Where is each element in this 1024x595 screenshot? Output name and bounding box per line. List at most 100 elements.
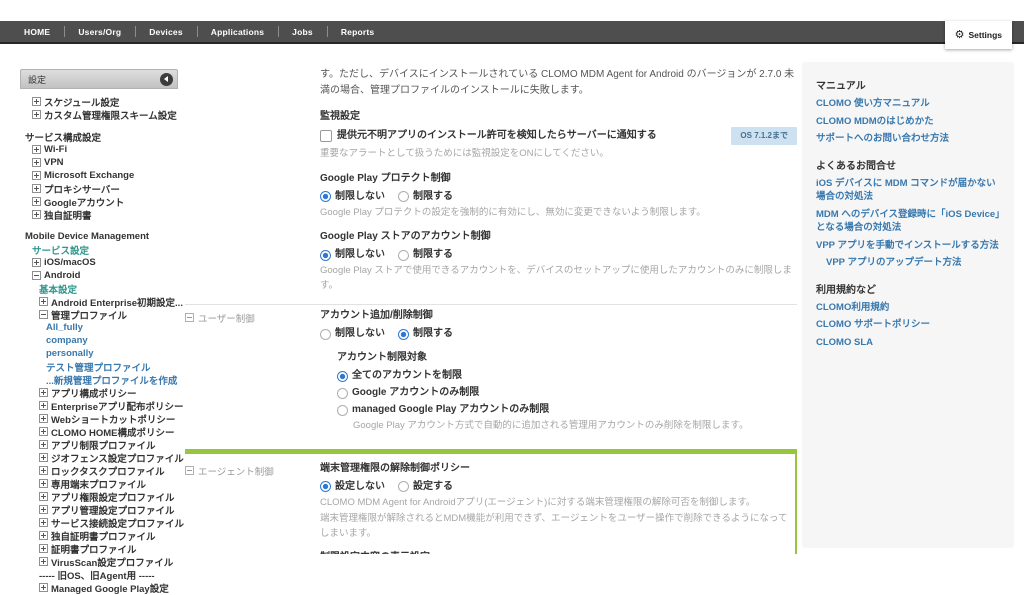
radio-selected-icon[interactable] — [320, 250, 331, 261]
radio-option[interactable]: 設定する — [398, 480, 453, 494]
expand-plus-icon[interactable] — [39, 414, 48, 423]
tree-item[interactable]: サービス設定 — [22, 243, 178, 256]
tree-item[interactable]: アプリ制限プロファイル — [22, 438, 178, 451]
expand-plus-icon[interactable] — [39, 466, 48, 475]
expand-plus-icon[interactable] — [39, 297, 48, 306]
radio-option[interactable]: 制限する — [398, 190, 453, 204]
radio-option[interactable]: 制限しない — [320, 327, 385, 341]
tree-item[interactable]: personally — [22, 347, 178, 360]
tree-item[interactable]: VPN — [22, 156, 178, 169]
help-link[interactable]: CLOMO MDMのはじめかた — [816, 115, 1000, 129]
checkbox-unchecked[interactable] — [320, 130, 332, 142]
radio-option[interactable]: managed Google Play アカウントのみ制限 — [337, 403, 549, 417]
help-link[interactable]: iOS デバイスに MDM コマンドが届かない場合の対処法 — [816, 177, 1000, 204]
expand-plus-icon[interactable] — [39, 427, 48, 436]
tree-item[interactable]: アプリ権限設定プロファイル — [22, 490, 178, 503]
tree-item[interactable]: company — [22, 334, 178, 347]
nav-item-users-org[interactable]: Users/Org — [64, 21, 135, 42]
nav-item-reports[interactable]: Reports — [327, 21, 389, 42]
tree-item[interactable]: All_fully — [22, 321, 178, 334]
collapse-minus-icon[interactable] — [39, 310, 48, 319]
tree-item[interactable]: iOS/macOS — [22, 256, 178, 269]
radio-option[interactable]: 全てのアカウントを制限 — [337, 369, 462, 383]
tree-item[interactable]: CLOMO HOME構成ポリシー — [22, 425, 178, 438]
nav-settings-tab[interactable]: ⚙ Settings — [945, 21, 1012, 49]
radio-option[interactable]: 制限しない — [320, 190, 385, 204]
tree-item[interactable]: VirusScan設定プロファイル — [22, 555, 178, 568]
section-label-user-control[interactable]: ユーザー制御 — [185, 308, 320, 436]
tree-item[interactable]: ジオフェンス設定プロファイル — [22, 451, 178, 464]
radio-option[interactable]: 設定しない — [320, 480, 385, 494]
tree-item[interactable]: Microsoft Exchange — [22, 169, 178, 182]
radio-option[interactable]: 制限する — [398, 248, 453, 262]
tree-item[interactable]: 管理プロファイル — [22, 308, 178, 321]
expand-plus-icon[interactable] — [32, 110, 41, 119]
tree-item[interactable]: サービス接続設定プロファイル — [22, 516, 178, 529]
expand-plus-icon[interactable] — [39, 531, 48, 540]
expand-plus-icon[interactable] — [32, 184, 41, 193]
tree-item[interactable]: カスタム管理権限スキーム設定 — [22, 108, 178, 121]
radio-unselected-icon[interactable] — [337, 388, 348, 399]
expand-plus-icon[interactable] — [39, 544, 48, 553]
radio-selected-icon[interactable] — [320, 191, 331, 202]
tree-item[interactable]: スケジュール設定 — [22, 95, 178, 108]
tree-item[interactable]: Managed Google Play設定 — [22, 581, 178, 594]
expand-plus-icon[interactable] — [39, 453, 48, 462]
tree-item[interactable]: Android — [22, 269, 178, 282]
section-label-agent-control[interactable]: エージェント制御 — [185, 461, 320, 555]
expand-plus-icon[interactable] — [32, 171, 41, 180]
radio-selected-icon[interactable] — [398, 329, 409, 340]
radio-unselected-icon[interactable] — [337, 405, 348, 416]
radio-option[interactable]: 制限しない — [320, 248, 385, 262]
expand-plus-icon[interactable] — [32, 97, 41, 106]
radio-unselected-icon[interactable] — [398, 191, 409, 202]
expand-plus-icon[interactable] — [39, 557, 48, 566]
expand-plus-icon[interactable] — [32, 197, 41, 206]
tree-item[interactable]: プロキシサーバー — [22, 182, 178, 195]
expand-plus-icon[interactable] — [39, 388, 48, 397]
tree-item[interactable]: テスト管理プロファイル — [22, 360, 178, 373]
expand-plus-icon[interactable] — [39, 440, 48, 449]
radio-selected-icon[interactable] — [337, 371, 348, 382]
tree-item[interactable]: Android Enterprise初期設定... — [22, 295, 178, 308]
radio-unselected-icon[interactable] — [398, 250, 409, 261]
expand-plus-icon[interactable] — [39, 492, 48, 501]
help-link[interactable]: CLOMO サポートポリシー — [816, 318, 1000, 332]
collapse-minus-icon[interactable] — [32, 271, 41, 280]
nav-item-applications[interactable]: Applications — [197, 21, 278, 42]
expand-plus-icon[interactable] — [39, 583, 48, 592]
tree-item[interactable]: 証明書プロファイル — [22, 542, 178, 555]
tree-item[interactable]: アプリ構成ポリシー — [22, 386, 178, 399]
help-link[interactable]: CLOMO SLA — [816, 336, 1000, 350]
radio-unselected-icon[interactable] — [398, 481, 409, 492]
expand-plus-icon[interactable] — [32, 258, 41, 267]
radio-option[interactable]: Google アカウントのみ制限 — [337, 386, 479, 400]
radio-unselected-icon[interactable] — [320, 329, 331, 340]
tree-item[interactable]: 専用端末プロファイル — [22, 477, 178, 490]
help-link[interactable]: VPP アプリのアップデート方法 — [826, 256, 1000, 270]
tree-item[interactable]: Webショートカットポリシー — [22, 412, 178, 425]
help-link[interactable]: MDM へのデバイス登録時に「iOS Device」となる場合の対処法 — [816, 208, 1000, 235]
expand-plus-icon[interactable] — [39, 401, 48, 410]
expand-plus-icon[interactable] — [32, 145, 41, 154]
help-link[interactable]: CLOMO利用規約 — [816, 301, 1000, 315]
expand-plus-icon[interactable] — [32, 210, 41, 219]
tree-item[interactable]: 基本設定 — [22, 282, 178, 295]
sidebar-collapse-button[interactable] — [160, 73, 173, 86]
tree-item[interactable]: アプリ管理設定プロファイル — [22, 503, 178, 516]
help-link[interactable]: VPP アプリを手動でインストールする方法 — [816, 239, 1000, 253]
expand-plus-icon[interactable] — [39, 505, 48, 514]
tree-item[interactable]: 独自証明書 — [22, 208, 178, 221]
nav-item-jobs[interactable]: Jobs — [278, 21, 327, 42]
nav-item-devices[interactable]: Devices — [135, 21, 197, 42]
help-link[interactable]: CLOMO 使い方マニュアル — [816, 97, 1000, 111]
help-link[interactable]: サポートへのお問い合わせ方法 — [816, 132, 1000, 146]
tree-item[interactable]: Enterpriseアプリ配布ポリシー — [22, 399, 178, 412]
nav-item-home[interactable]: HOME — [10, 21, 64, 42]
tree-item[interactable]: ...新規管理プロファイルを作成 — [22, 373, 178, 386]
radio-option[interactable]: 制限する — [398, 327, 453, 341]
expand-plus-icon[interactable] — [39, 479, 48, 488]
tree-item[interactable]: ロックタスクプロファイル — [22, 464, 178, 477]
expand-plus-icon[interactable] — [39, 518, 48, 527]
tree-item[interactable]: Googleアカウント — [22, 195, 178, 208]
